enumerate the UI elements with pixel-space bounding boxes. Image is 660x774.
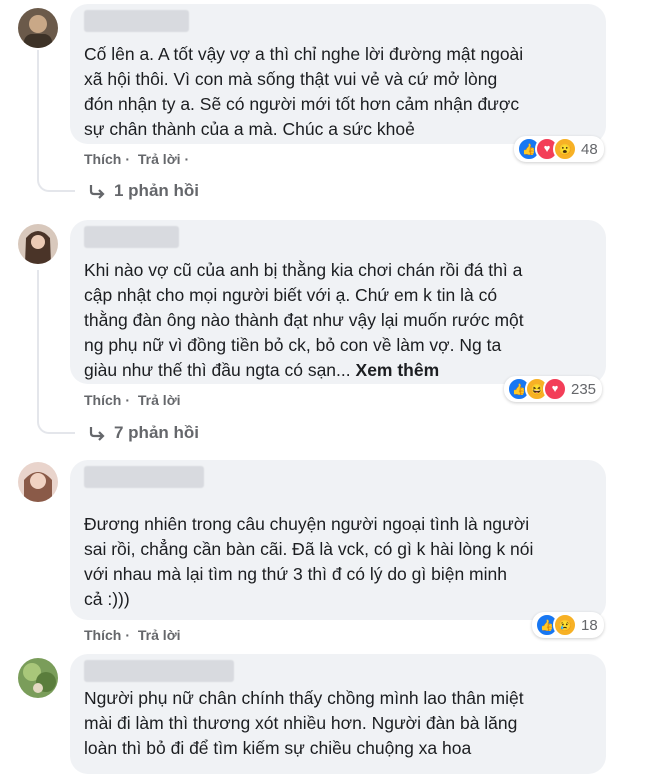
- avatar-image: [18, 224, 58, 264]
- thread-curve: [37, 418, 75, 434]
- love-icon: ♥: [543, 377, 567, 401]
- replies-count-label: 7 phản hồi: [114, 423, 199, 442]
- separator: ·: [125, 151, 131, 167]
- replies-count-label: 1 phản hồi: [114, 181, 199, 200]
- reply-link[interactable]: Trả lời: [138, 627, 181, 643]
- comment-text-content: Khi nào vợ cũ của anh bị thằng kia chơi …: [84, 260, 524, 380]
- comment-bubble: Người phụ nữ chân chính thấy chồng mình …: [70, 654, 606, 774]
- avatar-image: [18, 658, 58, 698]
- comment-bubble: Đương nhiên trong câu chuyện người ngoại…: [70, 460, 606, 620]
- comment-text: Người phụ nữ chân chính thấy chồng mình …: [84, 688, 524, 758]
- author-name-redacted: [84, 660, 234, 682]
- like-link[interactable]: Thích: [84, 627, 121, 643]
- reply-arrow-icon: [89, 427, 105, 441]
- thread-line: [37, 270, 39, 420]
- reaction-count: 235: [571, 380, 597, 398]
- avatar[interactable]: [18, 8, 58, 48]
- view-replies-link[interactable]: 7 phản hồi: [88, 423, 199, 443]
- avatar[interactable]: [18, 224, 58, 264]
- reaction-count: 18: [581, 616, 598, 634]
- comment-actions: Thích · Trả lời ·: [84, 151, 193, 167]
- author-name-redacted: [84, 10, 189, 32]
- reply-link[interactable]: Trả lời: [138, 151, 181, 167]
- avatar[interactable]: [18, 462, 58, 502]
- comment-bubble: Khi nào vợ cũ của anh bị thằng kia chơi …: [70, 220, 606, 384]
- see-more-link[interactable]: Xem thêm: [356, 360, 440, 380]
- comment-text: Khi nào vợ cũ của anh bị thằng kia chơi …: [84, 258, 592, 383]
- like-link[interactable]: Thích: [84, 151, 121, 167]
- avatar-image: [18, 8, 58, 48]
- separator: ·: [184, 151, 190, 167]
- reaction-summary[interactable]: 👍 ♥ 😮 48: [514, 136, 604, 162]
- separator: ·: [125, 627, 131, 643]
- author-name-redacted: [84, 226, 179, 248]
- reaction-count: 48: [581, 140, 598, 158]
- like-link[interactable]: Thích: [84, 392, 121, 408]
- reaction-summary[interactable]: 👍 😆 ♥ 235: [504, 376, 603, 402]
- separator: ·: [125, 392, 131, 408]
- thread-curve: [37, 176, 75, 192]
- wow-icon: 😮: [553, 137, 577, 161]
- view-replies-link[interactable]: 1 phản hồi: [88, 181, 199, 201]
- comment-actions: Thích · Trả lời: [84, 627, 185, 643]
- sad-icon: 😢: [553, 613, 577, 637]
- reaction-summary[interactable]: 👍 😢 18: [532, 612, 604, 638]
- author-name-redacted: [84, 466, 204, 488]
- avatar[interactable]: [18, 658, 58, 698]
- comment-text: Cố lên a. A tốt vậy vợ a thì chỉ nghe lờ…: [84, 44, 524, 139]
- comment-bubble: Cố lên a. A tốt vậy vợ a thì chỉ nghe lờ…: [70, 4, 606, 144]
- comment-text: Đương nhiên trong câu chuyện người ngoại…: [84, 514, 534, 609]
- reply-link[interactable]: Trả lời: [138, 392, 181, 408]
- thread-line: [37, 50, 39, 178]
- reply-arrow-icon: [89, 185, 105, 199]
- avatar-image: [18, 462, 58, 502]
- comment-actions: Thích · Trả lời: [84, 392, 185, 408]
